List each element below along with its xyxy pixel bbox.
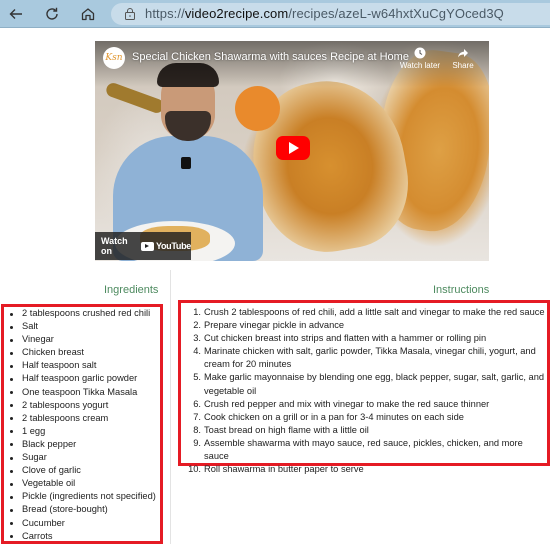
instruction-step: 9. Assemble shawarma with mayo sauce, red… xyxy=(183,437,549,463)
url-text[interactable]: https://video2recipe.com/recipes/azeL-w6… xyxy=(145,6,504,21)
step-text: Cook chicken on a grill or in a pan for … xyxy=(204,411,464,422)
ingredient-item: Carrots xyxy=(7,530,156,543)
ingredient-item: Sugar xyxy=(7,451,156,464)
browser-toolbar: https://video2recipe.com/recipes/azeL-w6… xyxy=(0,0,550,28)
address-bar[interactable]: https://video2recipe.com/recipes/azeL-w6… xyxy=(111,3,550,25)
ingredient-item: Half teaspoon garlic powder xyxy=(7,372,156,385)
youtube-logo: YouTube xyxy=(140,241,191,251)
share-icon xyxy=(458,49,468,58)
step-text: Prepare vinegar pickle in advance xyxy=(204,320,345,331)
instruction-step: 8. Toast bread on high flame with a littl… xyxy=(183,424,549,437)
reload-icon xyxy=(46,7,58,20)
instruction-step: 6. Crush red pepper and mix with vinegar … xyxy=(183,398,549,411)
watch-on-youtube-button[interactable]: Watch on YouTube xyxy=(95,232,191,260)
url-path: /recipes/azeL-w64hxtXuCgYOced3Q xyxy=(288,6,504,21)
step-text: Crush red pepper and mix with vinegar to… xyxy=(204,398,490,409)
clock-icon xyxy=(414,47,426,59)
youtube-play-icon xyxy=(140,241,154,251)
play-icon xyxy=(289,142,299,154)
thumbnail-mic xyxy=(181,157,191,169)
ingredient-item: Cucumber xyxy=(7,517,156,530)
step-text: Toast bread on high flame with a little … xyxy=(204,424,369,435)
ingredient-item: Pickle (ingredients not specified) xyxy=(7,490,156,503)
arrow-left-icon xyxy=(9,9,22,19)
instruction-step: 3. Cut chicken breast into strips and fla… xyxy=(183,332,549,345)
step-number: 2. xyxy=(193,320,201,331)
ingredient-item: One teaspoon Tikka Masala xyxy=(7,386,156,399)
step-number: 5. xyxy=(193,372,201,383)
step-number: 6. xyxy=(193,398,201,409)
url-host: video2recipe.com xyxy=(184,6,289,21)
watch-on-label: Watch on xyxy=(101,236,128,256)
step-text: Make garlic mayonnaise by blending one e… xyxy=(204,372,545,396)
ingredient-item: Black pepper xyxy=(7,438,156,451)
ingredient-item: Vegetable oil xyxy=(7,477,156,490)
instructions-heading: Instructions xyxy=(433,284,490,296)
reload-button[interactable] xyxy=(42,4,62,24)
share-label: Share xyxy=(452,61,474,70)
ingredient-item: 2 tablespoons yogurt xyxy=(7,399,156,412)
step-text: Cut chicken breast into strips and flatt… xyxy=(204,333,487,344)
lock-icon[interactable] xyxy=(123,7,137,21)
video-embed[interactable]: Ksn Special Chicken Shawarma with sauces… xyxy=(95,41,489,261)
ingredient-item: 2 tablespoons cream xyxy=(7,412,156,425)
ingredient-item: Half teaspoon salt xyxy=(7,359,156,372)
channel-avatar[interactable]: Ksn xyxy=(103,47,125,69)
watch-later-label: Watch later xyxy=(399,61,441,70)
ingredient-item: Chicken breast xyxy=(7,346,156,359)
ingredient-item: Vinegar xyxy=(7,333,156,346)
share-button[interactable]: Share xyxy=(438,47,488,70)
step-text: Crush 2 tablespoons of red chili, add a … xyxy=(204,307,545,317)
instruction-step: 4. Marinate chicken with salt, garlic pow… xyxy=(183,345,549,371)
instructions-list: 1. Crush 2 tablespoons of red chili, add … xyxy=(183,306,549,476)
step-number: 7. xyxy=(193,411,201,422)
step-number: 1. xyxy=(193,307,201,317)
url-scheme: https:// xyxy=(145,6,185,21)
instruction-step: 2. Prepare vinegar pickle in advance xyxy=(183,319,549,332)
ingredient-item: Bread (store-bought) xyxy=(7,503,156,516)
step-number: 8. xyxy=(193,424,201,435)
ingredient-item: 1 egg xyxy=(7,425,156,438)
step-text: Assemble shawarma with mayo sauce, red s… xyxy=(204,437,523,462)
play-button[interactable] xyxy=(276,136,310,160)
home-button[interactable] xyxy=(78,4,98,24)
instruction-step: 1. Crush 2 tablespoons of red chili, add … xyxy=(183,306,549,319)
ingredient-item: Salt xyxy=(7,320,156,333)
ingredients-list: 2 tablespoons crushed red chili Salt Vin… xyxy=(7,307,156,543)
ingredient-item: Clove of garlic xyxy=(7,464,156,477)
step-text: Marinate chicken with salt, garlic powde… xyxy=(204,346,536,370)
instruction-step: 7. Cook chicken on a grill or in a pan fo… xyxy=(183,411,549,424)
step-number: 3. xyxy=(193,333,201,344)
step-number: 9. xyxy=(193,437,201,448)
step-text: Roll shawarma in butter paper to serve xyxy=(204,464,364,475)
instruction-step: 5. Make garlic mayonnaise by blending one… xyxy=(183,371,549,397)
ingredient-item: 2 tablespoons crushed red chili xyxy=(7,307,156,320)
home-icon xyxy=(81,8,95,21)
instruction-step: 10. Roll shawarma in butter paper to serv… xyxy=(183,463,549,476)
column-divider xyxy=(170,270,171,544)
step-number: 10. xyxy=(188,464,201,475)
thumbnail-carrot xyxy=(235,86,280,131)
ingredients-heading: Ingredients xyxy=(104,284,159,296)
back-button[interactable] xyxy=(6,4,26,24)
video-title[interactable]: Special Chicken Shawarma with sauces Rec… xyxy=(132,51,409,63)
step-number: 4. xyxy=(193,346,201,357)
youtube-label: YouTube xyxy=(155,241,191,251)
